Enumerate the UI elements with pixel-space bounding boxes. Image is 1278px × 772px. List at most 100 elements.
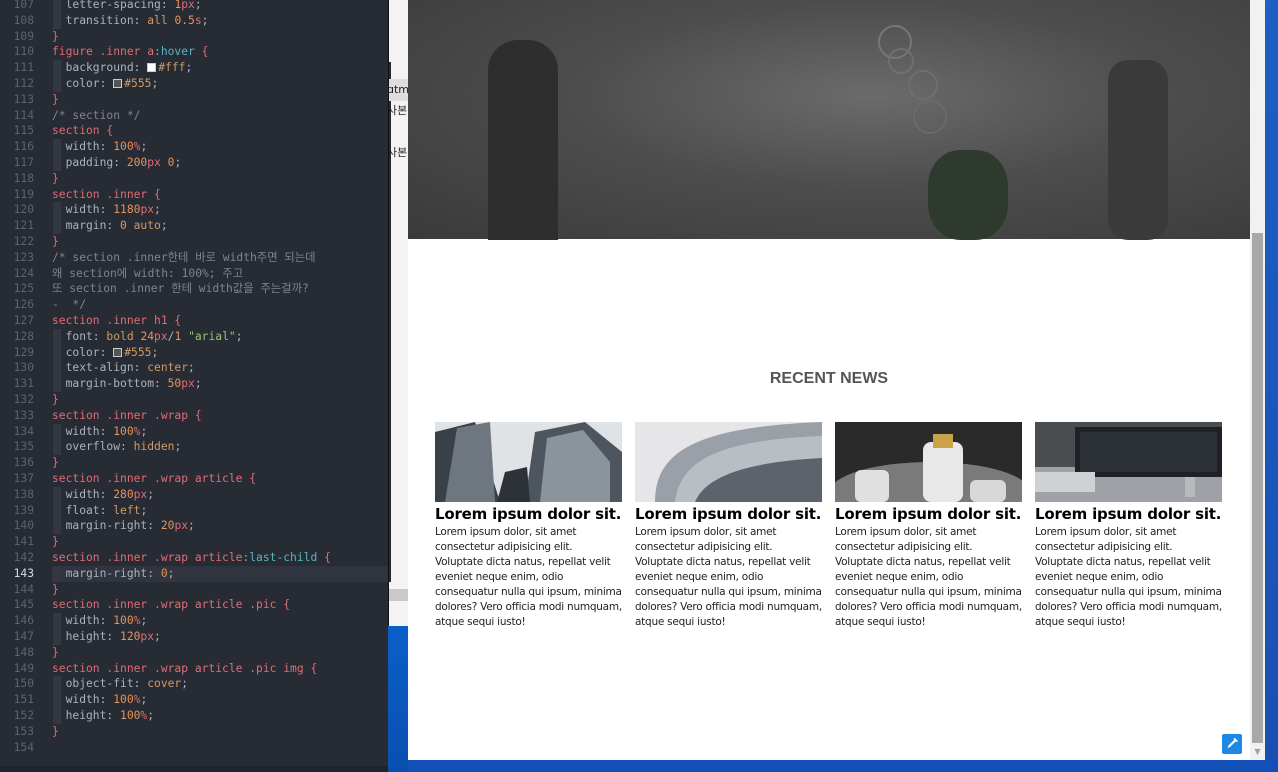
code-line[interactable]: section .inner .wrap article .pic img { — [52, 661, 388, 677]
code-token: padding: — [52, 156, 127, 169]
article-title: Lorem ipsum dolor sit. — [835, 505, 1022, 523]
code-line[interactable]: section .inner .wrap article { — [52, 471, 388, 487]
article-image — [635, 422, 822, 502]
code-line[interactable]: width: 280px; — [52, 486, 388, 503]
code-line[interactable]: width: 1180px; — [52, 202, 388, 219]
line-number: 141 — [13, 535, 34, 549]
code-token: } — [52, 582, 59, 596]
background-window-scrollbar[interactable] — [389, 589, 408, 601]
code-token: } — [52, 235, 59, 248]
code-token: ; — [188, 519, 195, 533]
line-number: 136 — [13, 456, 34, 470]
line-number: 147 — [13, 630, 34, 643]
code-token: ; — [185, 61, 193, 75]
code-line[interactable]: /* section .inner한테 바로 width주면 되는데 — [52, 250, 388, 266]
background-window-text: 사본. — [388, 146, 408, 159]
indent-guide — [53, 676, 61, 693]
code-line[interactable]: font: bold 24px/1 "arial"; — [52, 328, 388, 345]
code-token: figure .inner a — [52, 45, 155, 59]
line-number: 118 — [13, 171, 34, 185]
code-token: px — [140, 630, 155, 643]
indent-guide — [53, 376, 61, 392]
code-token: 100 — [113, 140, 134, 154]
eyedropper-icon[interactable] — [1222, 734, 1242, 754]
indent-guide — [53, 60, 61, 76]
code-line[interactable]: background: #fff; — [52, 60, 388, 76]
indent-guide — [53, 613, 61, 629]
line-number: 126 — [13, 298, 34, 312]
code-line[interactable]: } — [52, 534, 388, 550]
line-number: 111 — [13, 61, 34, 75]
code-line[interactable]: 왜 section에 width: 100%; 주고 — [52, 266, 388, 282]
code-line[interactable]: section { — [52, 123, 388, 139]
indent-guide — [53, 218, 61, 234]
indent-guide — [53, 692, 61, 708]
scroll-down-arrow-icon[interactable]: ▼ — [1252, 746, 1263, 758]
article-text: Lorem ipsum dolor, sit amet consectetur … — [435, 526, 622, 628]
code-line[interactable]: - */ — [52, 297, 388, 313]
code-line[interactable]: 또 section .inner 한테 width값을 주는걸까? — [52, 281, 388, 297]
code-line[interactable]: figure .inner a:hover { — [52, 44, 388, 60]
code-line[interactable]: width: 100%; — [52, 692, 388, 708]
code-token: width: — [52, 487, 114, 501]
code-line[interactable]: color: #555; — [52, 344, 388, 361]
line-number: 116 — [13, 140, 34, 154]
article-title: Lorem ipsum dolor sit. — [435, 505, 622, 523]
code-line[interactable]: } — [52, 392, 388, 408]
code-line[interactable]: margin-right: 0; — [52, 565, 388, 582]
code-line[interactable]: } — [52, 234, 388, 250]
code-token: "arial" — [188, 329, 236, 343]
code-line[interactable]: margin-bottom: 50px; — [52, 376, 388, 392]
code-token: } — [52, 92, 59, 106]
background-window-text: 사본 — [388, 104, 408, 117]
code-token: 0 — [160, 566, 168, 580]
code-line[interactable]: padding: 200px 0; — [52, 155, 388, 171]
indent-guide — [53, 565, 61, 582]
indent-guide — [53, 202, 61, 219]
code-token: 왜 section에 width: 100%; 주고 — [52, 266, 244, 280]
code-line[interactable]: object-fit: cover; — [52, 676, 388, 693]
line-number: 119 — [13, 187, 34, 201]
code-editor[interactable]: 107 letter-spacing: 1px; 108 transition: … — [0, 0, 388, 772]
code-token: cover — [147, 677, 182, 691]
code-line[interactable]: transition: all 0.5s; — [52, 12, 388, 29]
page-scrollbar-thumb[interactable] — [1252, 233, 1263, 743]
article-text: Lorem ipsum dolor, sit amet consectetur … — [1035, 526, 1222, 628]
code-token: 200 — [126, 156, 148, 169]
code-line[interactable]: } — [52, 29, 388, 45]
code-line[interactable]: } — [52, 92, 388, 108]
code-line[interactable]: text-align: center; — [52, 360, 388, 377]
code-token: ; — [140, 693, 148, 707]
code-line[interactable]: margin: 0 auto; — [52, 218, 388, 234]
code-line[interactable]: width: 100%; — [52, 139, 388, 155]
browser-viewport[interactable]: RECENT NEWS Lorem ipsum dolor sit. Lorem … — [408, 0, 1250, 760]
code-line[interactable]: } — [52, 582, 388, 598]
code-line[interactable]: section .inner .wrap article .pic { — [52, 597, 388, 613]
code-line[interactable]: section .inner h1 { — [52, 313, 388, 329]
code-line[interactable]: margin-right: 20px; — [52, 518, 388, 535]
color-swatch — [147, 63, 157, 73]
line-number: 107 — [13, 0, 34, 11]
code-line[interactable]: section .inner .wrap { — [52, 408, 388, 424]
line-number: 153 — [13, 724, 34, 738]
code-line[interactable]: /* section */ — [52, 108, 388, 124]
code-line[interactable]: } — [52, 455, 388, 471]
code-line[interactable]: section .inner .wrap article:last-child … — [52, 550, 388, 566]
code-line[interactable]: } — [52, 724, 388, 740]
line-number: 124 — [13, 266, 34, 280]
background-window[interactable]: ɑtml 사본 사본. — [388, 0, 408, 626]
code-token: 20 — [160, 519, 175, 533]
code-line[interactable]: width: 100%; — [52, 423, 388, 440]
code-line[interactable]: section .inner { — [52, 187, 388, 203]
line-number: 117 — [13, 156, 34, 169]
indent-guide — [53, 0, 61, 13]
code-line[interactable]: height: 100%; — [52, 708, 388, 724]
code-line[interactable]: } — [52, 645, 388, 661]
code-line[interactable]: color: #555; — [52, 76, 388, 92]
code-line[interactable]: overflow: hidden; — [52, 439, 388, 456]
code-line[interactable]: float: left; — [52, 502, 388, 519]
code-line[interactable]: width: 100%; — [52, 613, 388, 629]
code-line[interactable]: } — [52, 171, 388, 187]
code-line[interactable]: height: 120px; — [52, 629, 388, 645]
code-line[interactable]: letter-spacing: 1px; — [52, 0, 388, 13]
